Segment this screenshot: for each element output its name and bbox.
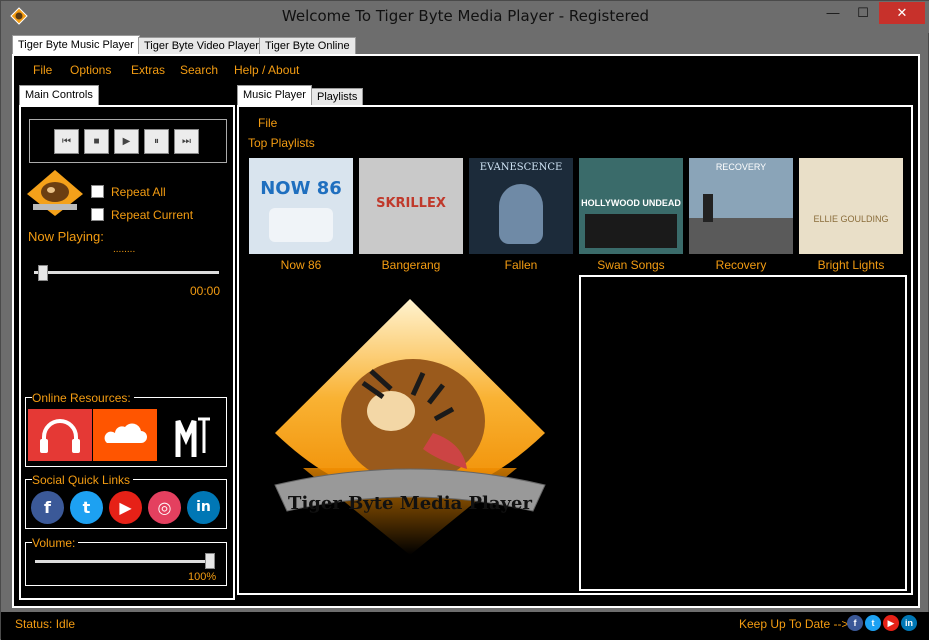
title-bar: Welcome To Tiger Byte Media Player - Reg… bbox=[1, 1, 929, 33]
repeat-current-label: Repeat Current bbox=[111, 208, 194, 222]
tiger-byte-logo-icon: Tiger Byte Media Player bbox=[274, 299, 546, 555]
online-resource-headphones[interactable] bbox=[28, 409, 92, 461]
menu-file[interactable]: File bbox=[33, 63, 52, 77]
album-label-fallen: Fallen bbox=[504, 258, 538, 272]
album-art-text: RECOVERY bbox=[715, 162, 767, 172]
album-label-now-86: Now 86 bbox=[280, 258, 322, 272]
youtube-icon[interactable]: ▶ bbox=[883, 615, 899, 631]
skip-back-icon: ⏮ bbox=[62, 136, 71, 147]
tab-playlists[interactable]: Playlists bbox=[311, 88, 364, 106]
online-resources-label: Online Resources: bbox=[32, 391, 134, 405]
facebook-icon[interactable]: f bbox=[31, 491, 64, 524]
skip-forward-button[interactable]: ⏭ bbox=[174, 129, 199, 154]
maximize-button[interactable]: ☐ bbox=[851, 2, 875, 24]
tiger-logo-small-icon bbox=[27, 170, 83, 216]
skip-forward-icon: ⏭ bbox=[182, 136, 191, 147]
volume-label: Volume: bbox=[32, 536, 79, 550]
minimize-button[interactable]: — bbox=[821, 2, 845, 24]
instagram-icon[interactable]: ◎ bbox=[148, 491, 181, 524]
repeat-all-checkbox[interactable] bbox=[91, 185, 104, 198]
album-art-text: NOW 86 bbox=[260, 178, 342, 199]
album-cover-bright-lights[interactable]: ELLIE GOULDING bbox=[799, 158, 903, 254]
album-art-text: EVANESCENCE bbox=[479, 162, 563, 173]
menu-help-about[interactable]: Help / About bbox=[234, 63, 299, 77]
album-art-text: ELLIE GOULDING bbox=[813, 214, 889, 224]
linkedin-icon[interactable]: in bbox=[187, 491, 220, 524]
tab-music-player-inner[interactable]: Music Player bbox=[237, 85, 312, 106]
album-art-text: HOLLYWOOD UNDEAD bbox=[581, 198, 681, 208]
close-button[interactable]: ✕ bbox=[879, 2, 925, 24]
online-resource-mtv[interactable] bbox=[158, 409, 222, 461]
play-button[interactable]: ▶ bbox=[114, 129, 139, 154]
visualizer-panel bbox=[579, 275, 907, 591]
menu-options[interactable]: Options bbox=[70, 63, 111, 77]
volume-slider[interactable] bbox=[35, 560, 215, 563]
album-label-bright-lights: Bright Lights bbox=[817, 258, 885, 272]
linkedin-icon[interactable]: in bbox=[901, 615, 917, 631]
soundcloud-icon bbox=[104, 423, 147, 443]
now-playing-value: ........ bbox=[113, 244, 136, 255]
album-cover-bangerang[interactable]: SKRILLEX bbox=[359, 158, 463, 254]
pause-button[interactable]: ⏸ bbox=[144, 129, 169, 154]
app-window: Welcome To Tiger Byte Media Player - Reg… bbox=[0, 0, 929, 640]
logo-text: Tiger Byte Media Player bbox=[288, 493, 532, 514]
album-label-recovery: Recovery bbox=[715, 258, 767, 272]
tab-online[interactable]: Tiger Byte Online bbox=[259, 37, 356, 55]
volume-thumb[interactable] bbox=[205, 553, 215, 569]
social-links-label: Social Quick Links bbox=[32, 473, 134, 487]
album-cover-fallen[interactable]: EVANESCENCE bbox=[469, 158, 573, 254]
tab-music-player[interactable]: Tiger Byte Music Player bbox=[12, 35, 140, 55]
twitter-icon[interactable]: t bbox=[70, 491, 103, 524]
headphones-icon bbox=[40, 419, 80, 453]
tab-main-controls[interactable]: Main Controls bbox=[19, 85, 99, 106]
transport-controls: ⏮ ■ ▶ ⏸ ⏭ bbox=[29, 119, 227, 163]
keep-up-to-date-text: Keep Up To Date --> bbox=[739, 617, 849, 631]
album-cover-now-86[interactable]: NOW 86 bbox=[249, 158, 353, 254]
repeat-current-checkbox[interactable] bbox=[91, 208, 104, 221]
album-label-swan-songs: Swan Songs bbox=[597, 258, 665, 272]
pause-icon: ⏸ bbox=[154, 136, 159, 147]
album-art-text: SKRILLEX bbox=[376, 196, 446, 211]
skip-back-button[interactable]: ⏮ bbox=[54, 129, 79, 154]
online-resource-soundcloud[interactable] bbox=[93, 409, 157, 461]
window-title: Welcome To Tiger Byte Media Player - Reg… bbox=[281, 7, 650, 25]
stop-button[interactable]: ■ bbox=[84, 129, 109, 154]
stop-icon: ■ bbox=[93, 136, 100, 147]
play-icon: ▶ bbox=[122, 136, 131, 147]
album-cover-swan-songs[interactable]: HOLLYWOOD UNDEAD bbox=[579, 158, 683, 254]
status-bar: Status: Idle Keep Up To Date --> f t ▶ i… bbox=[1, 612, 929, 640]
seek-bar[interactable] bbox=[34, 271, 219, 274]
menu-extras[interactable]: Extras bbox=[131, 63, 165, 77]
repeat-all-label: Repeat All bbox=[111, 185, 166, 199]
elapsed-time: 00:00 bbox=[190, 284, 221, 298]
album-cover-recovery[interactable]: RECOVERY bbox=[689, 158, 793, 254]
mtv-icon bbox=[175, 417, 210, 457]
now-playing-label: Now Playing: bbox=[28, 229, 104, 244]
tab-video-player[interactable]: Tiger Byte Video Player bbox=[138, 37, 265, 55]
seek-thumb[interactable] bbox=[37, 265, 48, 281]
menu-search[interactable]: Search bbox=[180, 63, 218, 77]
facebook-icon[interactable]: f bbox=[847, 615, 863, 631]
twitter-icon[interactable]: t bbox=[865, 615, 881, 631]
youtube-icon[interactable]: ▶ bbox=[109, 491, 142, 524]
player-file-menu[interactable]: File bbox=[258, 116, 277, 130]
volume-value: 100% bbox=[188, 571, 217, 583]
top-playlists-label: Top Playlists bbox=[248, 136, 315, 150]
status-text: Status: Idle bbox=[15, 617, 76, 631]
album-label-bangerang: Bangerang bbox=[381, 258, 441, 272]
